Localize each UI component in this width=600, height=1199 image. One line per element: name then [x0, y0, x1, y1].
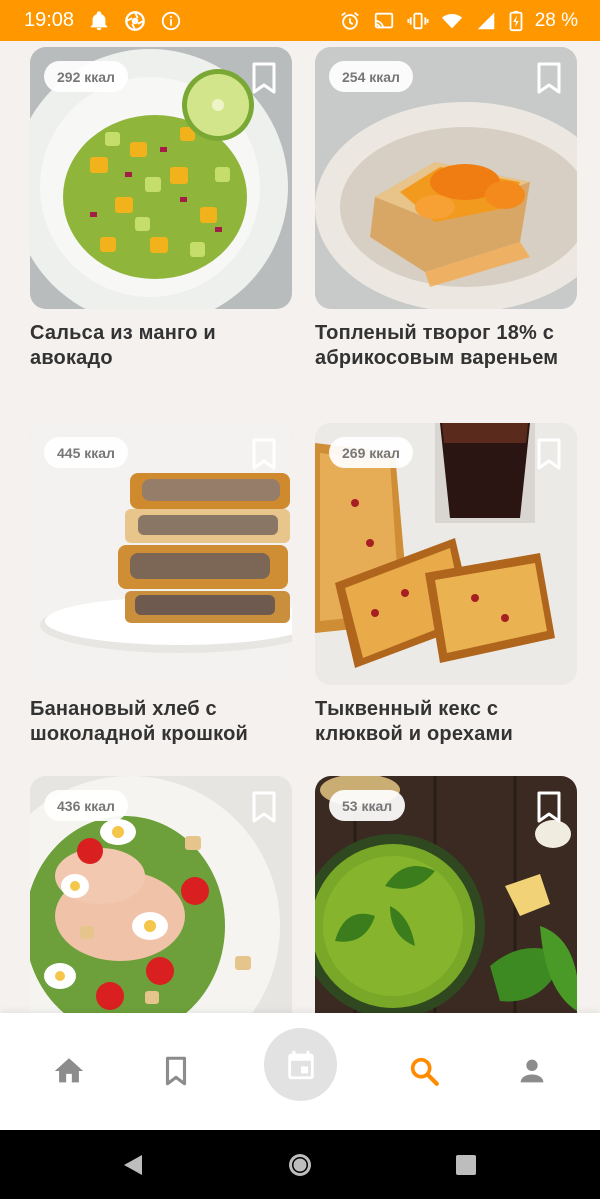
bookmark-icon[interactable] — [250, 790, 278, 824]
recipe-card[interactable]: 254 ккал Топленый творог 18% с абрикосов… — [315, 47, 577, 371]
nav-profile[interactable] — [504, 1043, 560, 1099]
search-icon — [410, 1057, 439, 1086]
calorie-badge: 254 ккал — [329, 61, 413, 92]
cast-icon — [373, 10, 395, 32]
signal-icon — [475, 10, 497, 32]
home-circle-icon[interactable] — [287, 1152, 313, 1178]
calorie-badge: 436 ккал — [44, 790, 128, 821]
nav-search[interactable] — [396, 1043, 452, 1099]
aperture-icon — [124, 10, 146, 32]
recipe-image[interactable]: 254 ккал — [315, 47, 577, 309]
recipe-image[interactable]: 269 ккал — [315, 423, 577, 685]
recipe-image[interactable]: 292 ккал — [30, 47, 292, 309]
recipe-title[interactable]: Банановый хлеб с шоколадной крошкой — [30, 697, 292, 747]
recipe-card[interactable]: 436 ккал — [30, 776, 292, 1013]
bookmark-icon — [165, 1056, 187, 1086]
bottom-navigation — [0, 1013, 600, 1130]
recipe-image[interactable]: 445 ккал — [30, 423, 292, 685]
battery-percent: 28 % — [534, 9, 578, 31]
bookmark-icon[interactable] — [250, 437, 278, 471]
recipe-card[interactable]: 53 ккал — [315, 776, 577, 1013]
back-icon[interactable] — [120, 1152, 146, 1178]
calorie-badge: 292 ккал — [44, 61, 128, 92]
recipe-card[interactable]: 445 ккал Банановый хлеб с шоколадной кро… — [30, 423, 292, 747]
notification-bell-icon — [88, 10, 110, 32]
recipe-title[interactable]: Топленый творог 18% с абрикосовым варень… — [315, 321, 577, 371]
status-time: 19:08 — [24, 9, 75, 31]
system-navigation-bar — [0, 1130, 600, 1199]
calorie-badge: 53 ккал — [329, 790, 406, 821]
calendar-icon — [287, 1050, 314, 1079]
nav-calendar[interactable] — [264, 1028, 337, 1101]
bookmark-icon[interactable] — [250, 61, 278, 95]
bookmark-icon[interactable] — [535, 790, 563, 824]
recipe-image[interactable]: 436 ккал — [30, 776, 292, 1013]
calorie-badge: 269 ккал — [329, 437, 413, 468]
calorie-badge: 445 ккал — [44, 437, 128, 468]
recipe-card[interactable]: 292 ккал Сальса из манго и авокадо — [30, 47, 292, 371]
recipe-grid: 292 ккал Сальса из манго и авокадо 254 к… — [0, 41, 600, 1013]
info-icon — [160, 10, 182, 32]
person-icon — [520, 1059, 544, 1083]
recipe-card[interactable]: 269 ккал Тыквенный кекс с клюквой и орех… — [315, 423, 577, 747]
recipe-image[interactable]: 53 ккал — [315, 776, 577, 1013]
bookmark-icon[interactable] — [535, 61, 563, 95]
bookmark-icon[interactable] — [535, 437, 563, 471]
nav-home[interactable] — [41, 1043, 97, 1099]
nav-bookmarks[interactable] — [148, 1043, 204, 1099]
status-bar: 19:08 28 % — [0, 0, 600, 41]
recents-icon[interactable] — [453, 1152, 479, 1178]
vibrate-icon — [407, 10, 429, 32]
battery-charging-icon — [509, 10, 523, 32]
recipe-title[interactable]: Сальса из манго и авокадо — [30, 321, 292, 371]
home-icon — [54, 1058, 84, 1083]
wifi-icon — [441, 10, 463, 32]
alarm-icon — [339, 10, 361, 32]
recipe-title[interactable]: Тыквенный кекс с клюквой и орехами — [315, 697, 577, 747]
